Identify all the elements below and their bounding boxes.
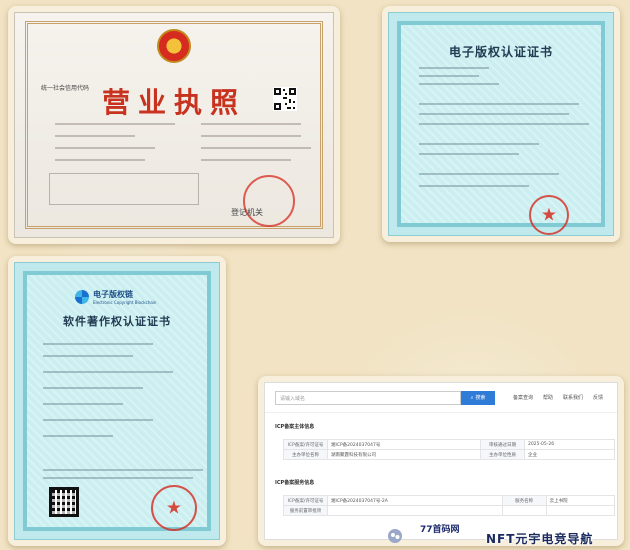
icp-search-button-label: 搜索: [475, 395, 486, 401]
cert-text-line: [43, 343, 153, 345]
table-row: ICP备案/许可证号 湘ICP备2024037047号 审核通过日期 2025-…: [283, 439, 616, 450]
table-cell: 审核通过日期: [479, 439, 525, 450]
license-text-line: [201, 135, 301, 137]
cert-text-line: [419, 103, 579, 105]
cert-text-line: [43, 355, 133, 357]
watermark-logo-icon: [388, 529, 402, 543]
icp-site-table: ICP备案/许可证号 湘ICP备2024037047号-2A 服务名称 云上书院…: [283, 495, 616, 516]
cert-text-line: [43, 371, 173, 373]
license-text-line: [55, 123, 175, 125]
license-red-seal: [243, 175, 295, 227]
national-emblem-icon: [157, 29, 191, 63]
electronic-copyright-panel: 电子版权认证证书: [382, 6, 620, 242]
table-cell: [327, 505, 503, 516]
cert-text-line: [43, 403, 123, 405]
license-text-line: [55, 147, 155, 149]
table-cell: 湘ICP备2024037047号-2A: [327, 495, 503, 506]
electronic-copyright-certificate: 电子版权认证证书: [388, 12, 614, 236]
ecert-title: 电子版权认证证书: [448, 45, 553, 59]
cert-text-line: [419, 143, 539, 145]
icp-nav-links: 备案查询 帮助 联系我们 反馈: [513, 394, 603, 401]
cert-text-line: [43, 387, 143, 389]
software-copyright-certificate: 电子版权链 Electronic Copyright Blockchain 软件…: [14, 262, 220, 540]
cert-text-line: [419, 173, 559, 175]
cert-text-line: [419, 153, 519, 155]
icp-site-section-title: ICP备案服务信息: [275, 480, 315, 486]
table-cell: 服务前置审批项: [283, 505, 328, 516]
table-row: 主办单位名称 湖南聚霆科技有限公司 主办单位性质 企业: [283, 449, 616, 460]
table-cell: 湘ICP备2024037047号: [327, 439, 481, 450]
icp-main-table: ICP备案/许可证号 湘ICP备2024037047号 审核通过日期 2025-…: [283, 439, 616, 460]
license-qr-code-icon: [273, 87, 297, 111]
table-cell: 服务名称: [501, 495, 547, 506]
icp-filing-page: 请输入域名 ⌕ 搜索 备案查询 帮助 联系我们 反馈 ICP备案主体信息 ICP…: [264, 382, 618, 540]
soft-cert-qr-code-icon: [49, 487, 79, 517]
license-registration-authority: 登记机关: [231, 208, 263, 217]
business-license-document: 统一社会信用代码 营业执照 登记机关: [14, 12, 334, 238]
license-text-line: [201, 123, 301, 125]
table-cell: 湖南聚霆科技有限公司: [327, 449, 481, 460]
watermark-site-name: 77首码网: [420, 525, 460, 535]
cert-text-line: [419, 67, 489, 69]
ecert-red-seal: [529, 195, 569, 235]
icp-main-section-title: ICP备案主体信息: [275, 424, 315, 430]
icp-search-bar: 请输入域名 ⌕ 搜索 备案查询 帮助 联系我们 反馈: [265, 383, 617, 413]
soft-cert-red-seal: [151, 485, 197, 531]
cert-text-line: [43, 477, 193, 479]
cert-text-line: [43, 435, 113, 437]
cert-text-line: [43, 469, 203, 471]
icp-nav-link[interactable]: 联系我们: [563, 394, 583, 401]
license-scope-box: [49, 173, 199, 205]
license-text-line: [55, 135, 135, 137]
table-cell: 企业: [523, 449, 616, 460]
table-cell: 2025-05-26: [523, 439, 616, 450]
table-cell: 主办单位名称: [283, 449, 328, 460]
chain-logo-icon: [75, 290, 89, 304]
cert-text-line: [419, 185, 529, 187]
table-cell: [501, 505, 547, 516]
icp-search-input[interactable]: 请输入域名: [275, 390, 461, 405]
icp-filing-panel: 请输入域名 ⌕ 搜索 备案查询 帮助 联系我们 反馈 ICP备案主体信息 ICP…: [258, 376, 624, 546]
table-cell: ICP备案/许可证号: [283, 439, 328, 450]
copyright-chain-logo: 电子版权链 Electronic Copyright Blockchain: [75, 289, 156, 305]
license-text-line: [201, 159, 291, 161]
table-cell: ICP备案/许可证号: [283, 495, 328, 506]
icp-nav-link[interactable]: 帮助: [543, 394, 553, 401]
cert-text-line: [419, 75, 479, 77]
icp-nav-link[interactable]: 反馈: [593, 394, 603, 401]
watermark-brand: NFT元宇电竞导航: [486, 532, 594, 546]
cert-text-line: [419, 113, 569, 115]
business-license-panel: 统一社会信用代码 营业执照 登记机关: [8, 6, 340, 244]
software-copyright-panel: 电子版权链 Electronic Copyright Blockchain 软件…: [8, 256, 226, 546]
cert-text-line: [43, 419, 153, 421]
icp-nav-link[interactable]: 备案查询: [513, 394, 533, 401]
search-icon: ⌕: [470, 394, 474, 401]
icp-search-button[interactable]: ⌕ 搜索: [461, 390, 495, 405]
cert-text-line: [419, 123, 589, 125]
table-row: ICP备案/许可证号 湘ICP备2024037047号-2A 服务名称 云上书院: [283, 495, 616, 506]
cert-text-line: [419, 83, 499, 85]
license-text-line: [201, 147, 311, 149]
table-row: 服务前置审批项: [283, 505, 616, 516]
table-cell: 云上书院: [545, 495, 616, 506]
soft-cert-title: 软件著作权认证证书: [63, 315, 171, 328]
chain-logo-subtitle: Electronic Copyright Blockchain: [93, 300, 157, 305]
table-cell: 主办单位性质: [479, 449, 525, 460]
license-text-line: [55, 159, 145, 161]
chain-logo-name: 电子版权链: [93, 290, 133, 299]
table-cell: [545, 505, 616, 516]
